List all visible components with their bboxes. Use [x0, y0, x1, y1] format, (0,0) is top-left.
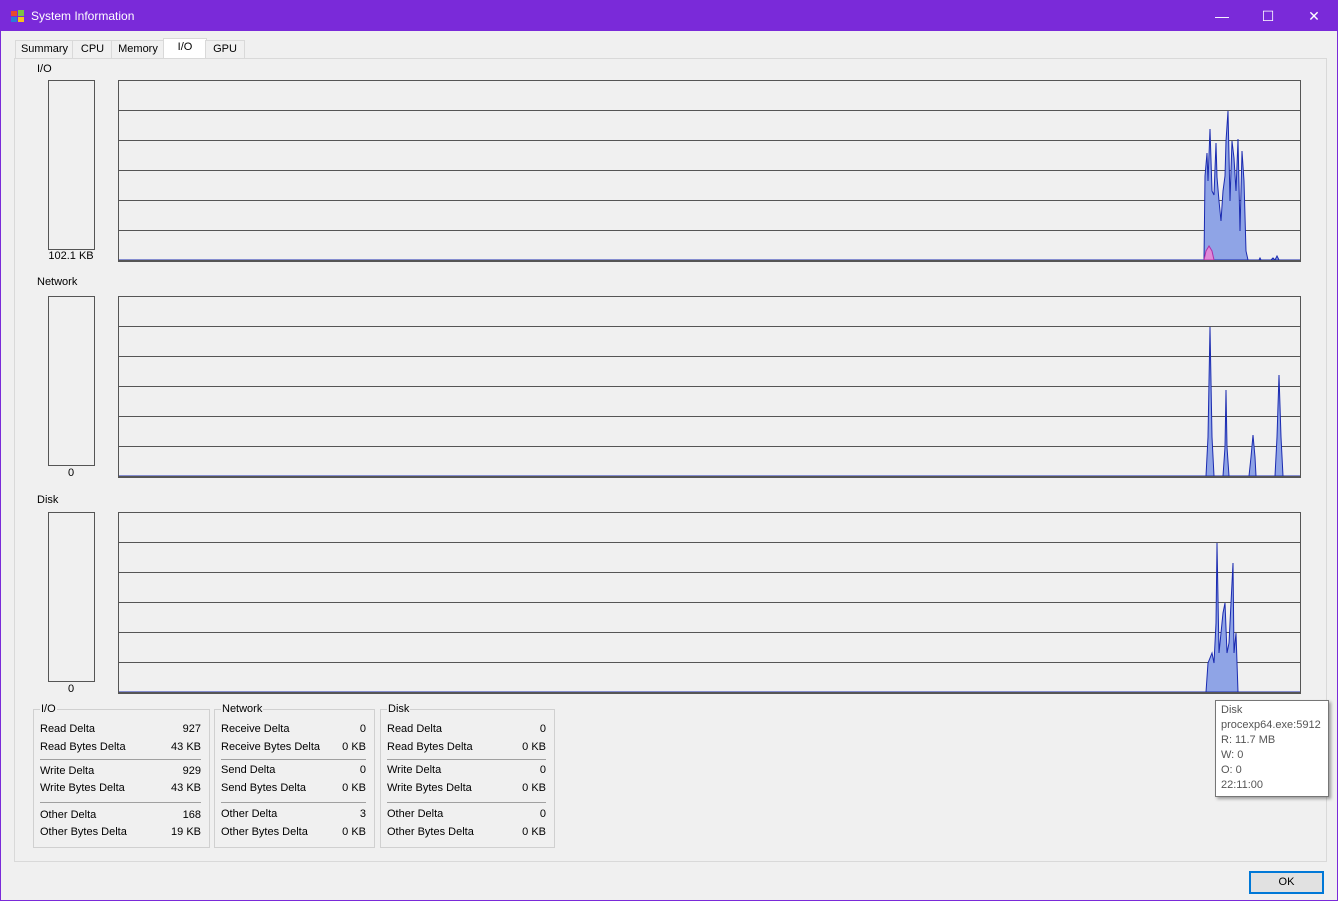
separator	[40, 759, 201, 760]
io-tab-panel: I/O 102.1 KB Network 0 Disk 0 I/O Read D…	[14, 58, 1327, 862]
io-other-delta-row: Other Delta 168	[40, 809, 201, 821]
tooltip-other: O: 0	[1221, 764, 1242, 776]
tab-summary[interactable]: Summary	[15, 40, 74, 58]
separator	[221, 759, 366, 760]
separator	[387, 802, 546, 803]
io-read-delta-row: Read Delta 927	[40, 723, 201, 735]
io-write-delta-row: Write Delta 929	[40, 765, 201, 777]
minimize-button[interactable]: —	[1199, 1, 1245, 31]
tab-gpu[interactable]: GPU	[205, 40, 245, 58]
disk-meter	[48, 512, 95, 682]
network-receive-delta-row: Receive Delta 0	[221, 723, 366, 735]
disk-read-delta-row: Read Delta 0	[387, 723, 546, 735]
separator	[387, 759, 546, 760]
tab-cpu[interactable]: CPU	[72, 40, 113, 58]
tooltip-process: procexp64.exe:5912	[1221, 719, 1321, 731]
disk-other-delta-row: Other Delta 0	[387, 808, 546, 820]
disk-write-bytes-row: Write Bytes Delta 0 KB	[387, 782, 546, 794]
network-area	[119, 326, 1300, 477]
network-section-label: Network	[37, 276, 78, 288]
disk-history-graph[interactable]	[118, 512, 1301, 694]
tooltip-title: Disk	[1221, 704, 1243, 716]
io-section-label: I/O	[37, 63, 52, 75]
tooltip-read: R: 11.7 MB	[1221, 734, 1276, 746]
disk-read-bytes-row: Read Bytes Delta 0 KB	[387, 741, 546, 753]
disk-other-bytes-row: Other Bytes Delta 0 KB	[387, 826, 546, 838]
network-other-bytes-row: Other Bytes Delta 0 KB	[221, 826, 366, 838]
io-meter	[48, 80, 95, 250]
title-bar[interactable]: System Information — ☐ ✕	[1, 1, 1337, 31]
io-other-bytes-row: Other Bytes Delta 19 KB	[40, 826, 201, 838]
network-meter	[48, 296, 95, 466]
disk-write-delta-row: Write Delta 0	[387, 764, 546, 776]
tooltip-time: 22:11:00	[1221, 779, 1264, 791]
network-stats-group: Network Receive Delta 0 Receive Bytes De…	[214, 703, 375, 848]
system-information-window: System Information — ☐ ✕ Summary CPU Mem…	[0, 0, 1338, 901]
network-meter-value: 0	[67, 467, 75, 479]
window-title: System Information	[31, 9, 135, 23]
network-other-delta-row: Other Delta 3	[221, 808, 366, 820]
tooltip-write: W: 0	[1221, 749, 1244, 761]
io-group-title: I/O	[40, 703, 57, 715]
io-meter-value: 102.1 KB	[48, 250, 94, 262]
io-history-graph[interactable]	[118, 80, 1301, 262]
separator	[40, 802, 201, 803]
disk-stats-group: Disk Read Delta 0 Read Bytes Delta 0 KB …	[380, 703, 555, 848]
network-send-delta-row: Send Delta 0	[221, 764, 366, 776]
io-write-bytes-row: Write Bytes Delta 43 KB	[40, 782, 201, 794]
io-total-area	[119, 110, 1300, 261]
disk-area	[119, 542, 1300, 693]
tab-memory[interactable]: Memory	[111, 40, 165, 58]
system-information-icon	[11, 10, 24, 22]
network-send-bytes-row: Send Bytes Delta 0 KB	[221, 782, 366, 794]
network-group-title: Network	[221, 703, 264, 715]
tab-io[interactable]: I/O	[163, 38, 207, 59]
separator	[221, 802, 366, 803]
maximize-button[interactable]: ☐	[1245, 1, 1291, 31]
disk-group-title: Disk	[387, 703, 411, 715]
close-button[interactable]: ✕	[1291, 1, 1337, 31]
disk-meter-value: 0	[67, 683, 75, 695]
graph-tooltip: Disk procexp64.exe:5912 R: 11.7 MB W: 0 …	[1215, 700, 1329, 797]
network-history-graph[interactable]	[118, 296, 1301, 478]
io-stats-group: I/O Read Delta 927 Read Bytes Delta 43 K…	[33, 703, 210, 848]
disk-section-label: Disk	[37, 494, 59, 506]
ok-button[interactable]: OK	[1249, 871, 1324, 894]
io-read-bytes-row: Read Bytes Delta 43 KB	[40, 741, 201, 753]
network-receive-bytes-row: Receive Bytes Delta 0 KB	[221, 741, 366, 753]
